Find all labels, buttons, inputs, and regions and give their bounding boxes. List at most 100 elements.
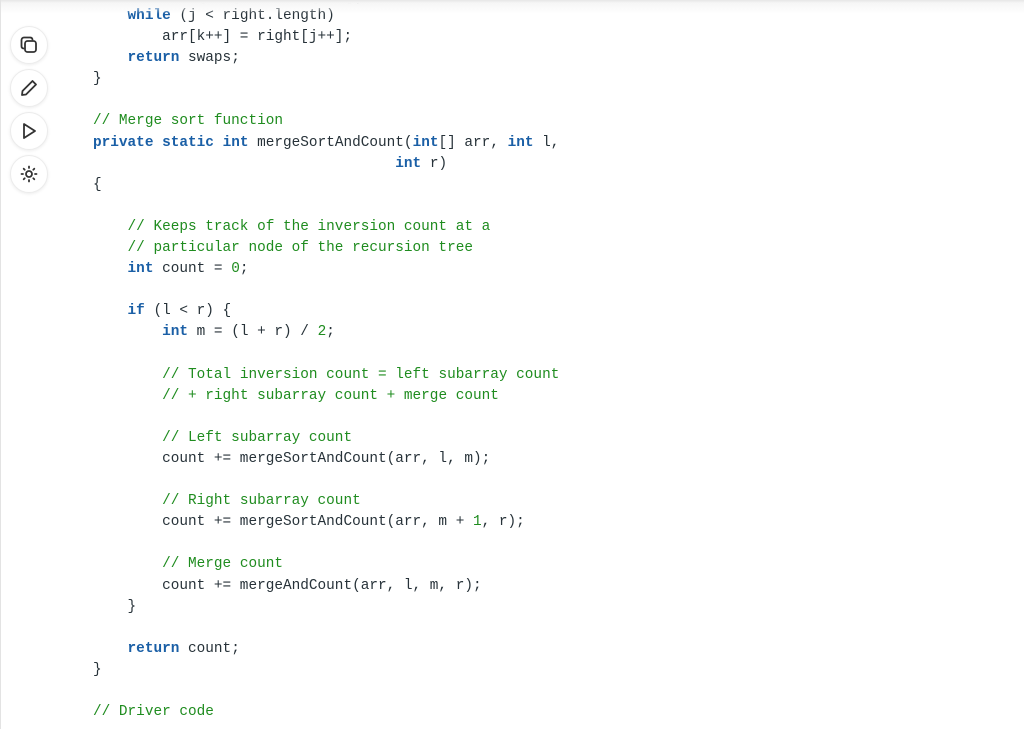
code-text: arr[k++] = right[j++]; [93,29,353,46]
code-line: count += mergeAndCount(arr, l, m, r); [93,576,559,597]
code-line: } [93,660,559,681]
code-keyword: int [127,261,154,278]
code-text: , r); [481,514,525,531]
code-text: count += mergeSortAndCount(arr, l, m); [93,450,491,467]
code-text: } [93,598,137,615]
code-keyword: int [507,134,534,151]
code-line: // particular node of the recursion tree [93,238,559,259]
code-line: count += mergeSortAndCount(arr, m + 1, r… [93,512,559,533]
play-icon [23,123,36,139]
code-comment: // Keeps track of the inversion count at… [127,218,491,235]
code-line: // Left subarray count [93,428,559,449]
code-text: { [93,176,102,193]
code-line: // Keeps track of the inversion count at… [93,217,559,238]
code-text: ; [326,324,335,341]
code-keyword: return [127,640,180,657]
code-keyword: static [162,134,214,151]
code-line: // Merge sort function [93,111,559,132]
code-line: } [93,597,559,618]
pencil-icon [21,80,37,96]
code-number: 0 [231,261,240,278]
code-line: // + right subarray count + merge count [93,386,559,407]
code-line: // Right subarray count [93,491,559,512]
code-keyword: int [412,134,439,151]
code-block-container: [ ] [ ]; while (j < right [0,0,1024,729]
code-line: if (l < r) { [93,301,559,322]
code-line: int r) [93,154,559,175]
code-line: // Merge count [93,554,559,575]
code-text: count += mergeSortAndCount(arr, m + [93,514,473,531]
code-content: while (j < right.length) arr[k++] = righ… [93,6,559,723]
code-number: 2 [317,324,327,341]
code-line: int m = (l + r) / 2; [93,322,559,343]
copy-button[interactable] [10,26,48,64]
code-text: } [93,661,102,678]
code-text: count; [179,640,240,657]
code-comment: // particular node of the recursion tree [127,240,473,257]
code-comment: // Driver code [93,704,214,721]
top-shadow [1,0,1024,14]
code-line: private static int mergeSortAndCount(int… [93,133,559,154]
code-line: int count = 0; [93,259,559,280]
code-comment: // Left subarray count [162,429,353,446]
code-line: return swaps; [93,48,559,69]
code-keyword: int [162,324,189,341]
code-comment: // Right subarray count [162,493,361,510]
code-keyword: int [395,155,422,172]
code-text: count = [153,261,232,278]
sun-icon [20,165,38,183]
code-line: { [93,175,559,196]
code-keyword: int [222,134,249,151]
code-text: l, [533,134,560,151]
run-button[interactable] [10,112,48,150]
code-comment: // + right subarray count + merge count [162,387,499,404]
copy-icon [20,36,37,53]
code-text: count += mergeAndCount(arr, l, m, r); [93,577,482,594]
code-comment: // Merge sort function [93,113,283,130]
code-comment: // Merge count [162,556,283,573]
code-text: r) [421,155,448,172]
code-line: // Total inversion count = left subarray… [93,365,559,386]
code-keyword: if [127,303,145,320]
code-text: ; [239,261,249,278]
code-line: } [93,69,559,90]
code-toolbar [10,26,48,193]
code-line: arr[k++] = right[j++]; [93,27,559,48]
code-number: 1 [472,514,482,531]
code-keyword: private [93,134,154,151]
edit-button[interactable] [10,69,48,107]
code-keyword: return [127,50,180,67]
code-text: (l < r) { [144,303,232,320]
code-text: m = (l + r) / [188,324,318,341]
code-text: } [93,71,102,88]
code-line: // Driver code [93,702,559,723]
code-text: mergeSortAndCount( [248,134,413,151]
code-text: swaps; [179,50,240,67]
code-line: return count; [93,639,559,660]
code-line: count += mergeSortAndCount(arr, l, m); [93,449,559,470]
code-comment: // Total inversion count = left subarray… [162,366,560,383]
theme-toggle-button[interactable] [10,155,48,193]
